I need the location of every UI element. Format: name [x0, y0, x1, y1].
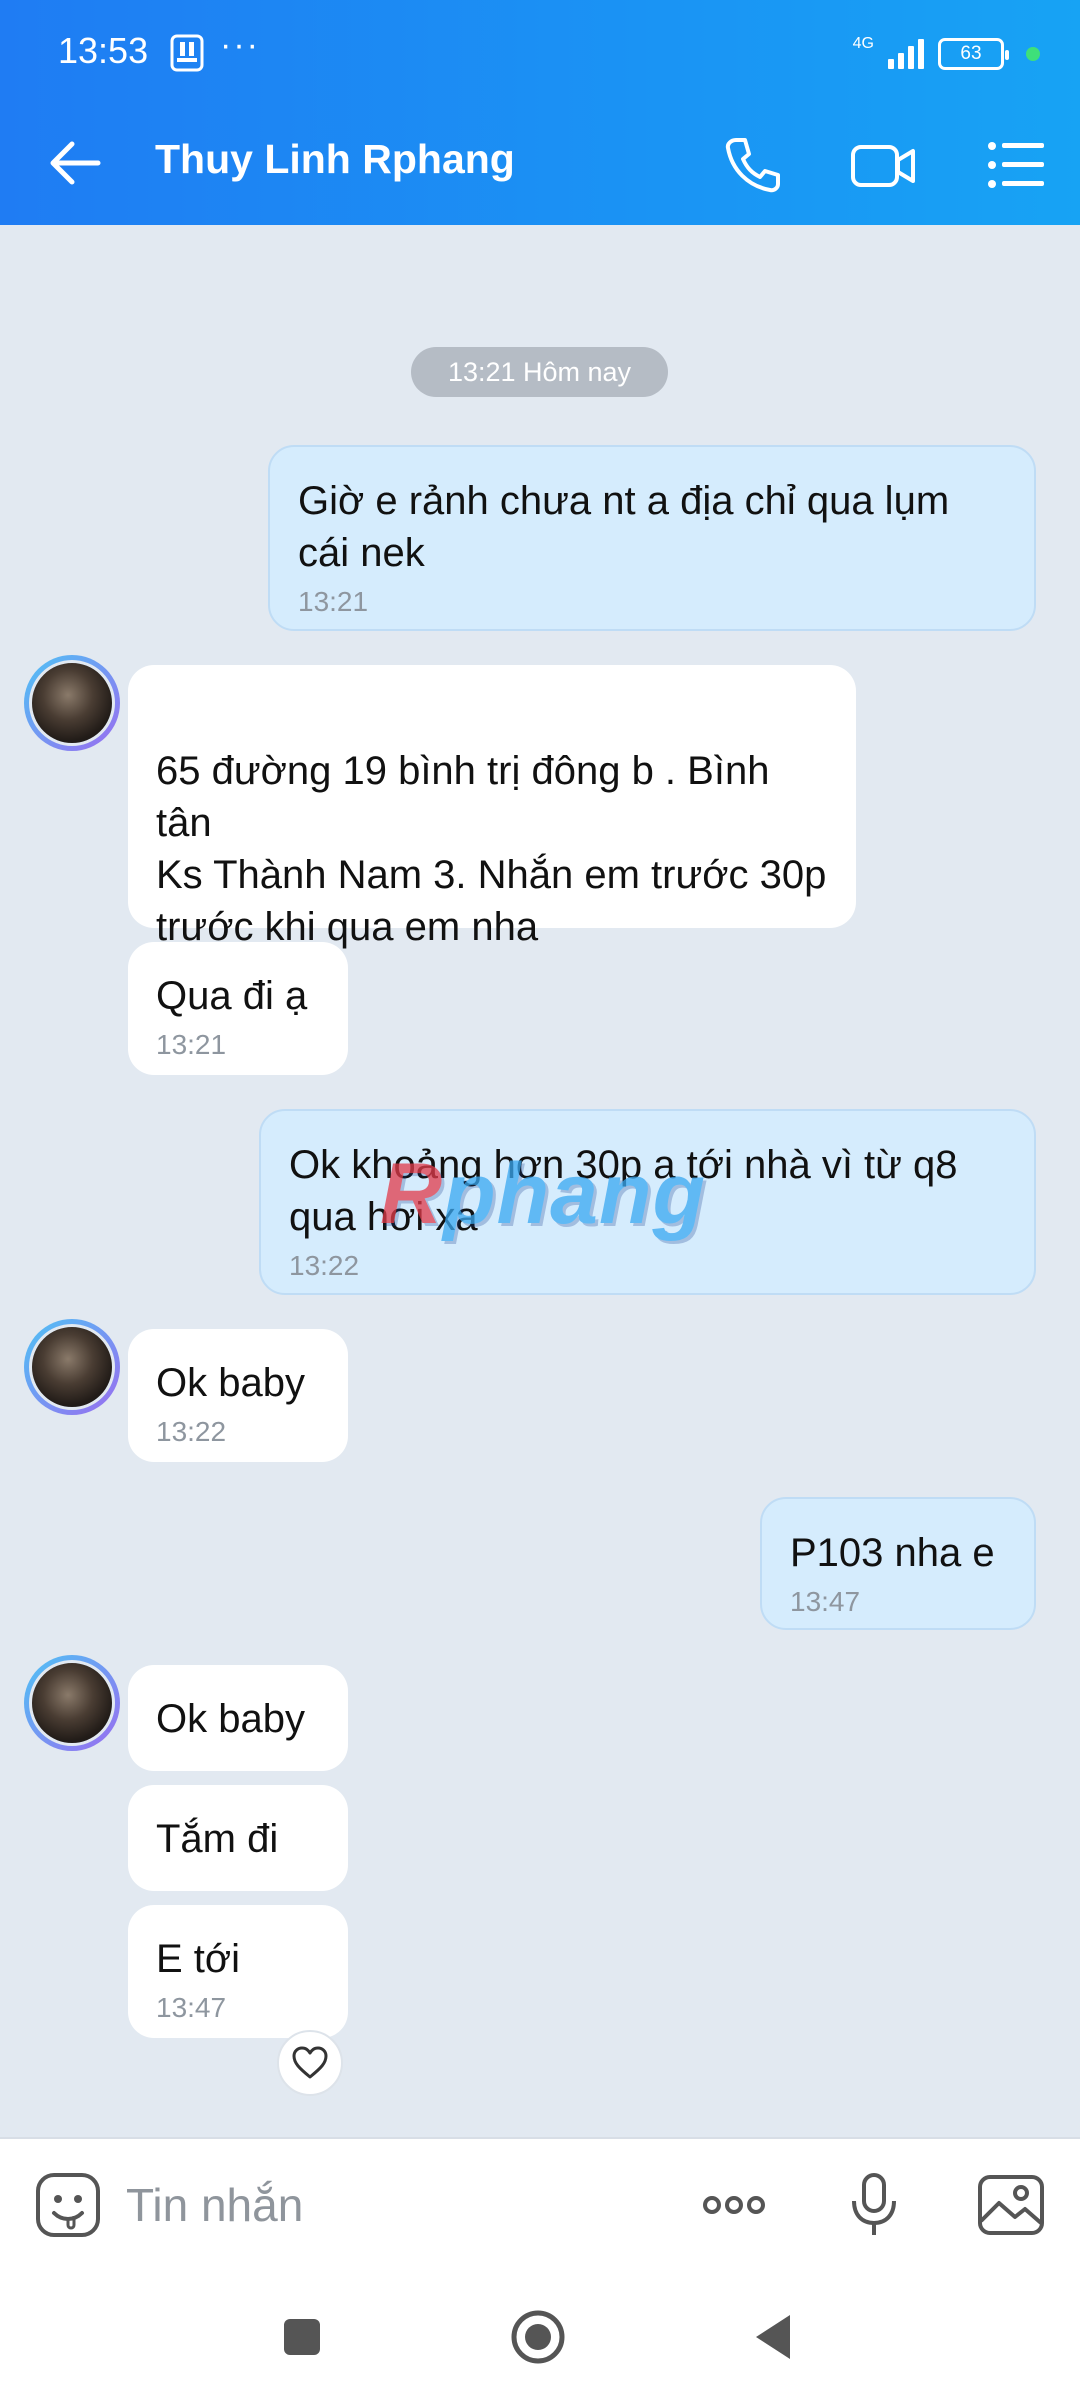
- react-heart-button[interactable]: [277, 2030, 343, 2096]
- message-time: 13:47: [156, 1992, 227, 2023]
- message-bubble-incoming[interactable]: E tới 13:47: [128, 1905, 348, 2038]
- message-time: 13:22: [289, 1250, 360, 1281]
- message-text: Qua đi ạ: [156, 974, 308, 1018]
- message-text: 65 đường 19 bình trị đông b . Bình tân K…: [156, 749, 827, 949]
- message-bubble-incoming[interactable]: Ok baby 13:22: [128, 1329, 348, 1462]
- message-text: Tắm đi: [156, 1817, 279, 1861]
- chat-navbar: Thuy Linh Rphang: [0, 110, 1080, 225]
- network-type-label: 4G: [852, 35, 874, 52]
- avatar[interactable]: [24, 655, 120, 751]
- status-bar: 13:53 ··· 4G 63: [0, 0, 1080, 108]
- back-arrow-icon[interactable]: [40, 128, 110, 198]
- recent-apps-icon[interactable]: [272, 2307, 332, 2367]
- menu-list-icon[interactable]: [980, 130, 1050, 200]
- status-time: 13:53: [58, 30, 149, 71]
- video-call-icon[interactable]: [848, 130, 918, 200]
- avatar[interactable]: [24, 1655, 120, 1751]
- message-bubble-incoming[interactable]: Ok baby: [128, 1665, 348, 1771]
- top-header: 13:53 ··· 4G 63 Thuy Linh Rphang: [0, 0, 1080, 225]
- back-nav-icon[interactable]: [746, 2307, 806, 2367]
- watermark-logo: Rphang: [380, 1146, 707, 1242]
- message-input[interactable]: [126, 2165, 646, 2245]
- status-more-dots: ···: [220, 26, 260, 64]
- more-options-icon[interactable]: [698, 2169, 770, 2241]
- home-icon[interactable]: [508, 2307, 568, 2367]
- sticker-icon[interactable]: [32, 2169, 104, 2241]
- message-bubble-incoming[interactable]: 65 đường 19 bình trị đông b . Bình tân K…: [128, 665, 856, 949]
- battery-icon: 63: [938, 38, 1009, 70]
- message-bubble-outgoing[interactable]: P103 nha e 13:47: [760, 1497, 1036, 1630]
- app-notification-icon: [170, 34, 204, 72]
- message-text: Ok baby: [156, 1697, 305, 1741]
- message-text: E tới: [156, 1937, 241, 1981]
- message-input-bar: [0, 2137, 1080, 2269]
- message-text: P103 nha e: [790, 1531, 995, 1575]
- avatar[interactable]: [24, 1319, 120, 1415]
- gallery-icon[interactable]: [975, 2169, 1047, 2241]
- microphone-icon[interactable]: [838, 2169, 910, 2241]
- phone-icon[interactable]: [718, 130, 788, 200]
- battery-level: 63: [960, 43, 982, 64]
- message-text: Ok baby: [156, 1361, 305, 1405]
- system-navigation-bar: [0, 2269, 1080, 2400]
- heart-icon: [292, 2046, 328, 2079]
- message-text: Giờ e rảnh chưa nt a địa chỉ qua lụm cái…: [298, 479, 950, 575]
- message-bubble-incoming[interactable]: Qua đi ạ 13:21: [128, 942, 348, 1075]
- signal-icon: [888, 39, 924, 69]
- message-bubble-outgoing[interactable]: Giờ e rảnh chưa nt a địa chỉ qua lụm cái…: [268, 445, 1036, 631]
- date-separator: 13:21 Hôm nay: [411, 347, 668, 397]
- contact-name[interactable]: Thuy Linh Rphang: [155, 136, 515, 183]
- message-time: 13:22: [156, 1416, 227, 1447]
- message-time: 13:21: [156, 1029, 227, 1060]
- message-bubble-incoming[interactable]: Tắm đi: [128, 1785, 348, 1891]
- message-time: 13:47: [790, 1586, 861, 1617]
- privacy-indicator-dot: [1026, 47, 1040, 61]
- message-time: 13:21: [298, 586, 369, 617]
- chat-area[interactable]: 13:21 Hôm nay Giờ e rảnh chưa nt a địa c…: [0, 225, 1080, 2135]
- status-indicators: 4G 63: [853, 34, 1040, 74]
